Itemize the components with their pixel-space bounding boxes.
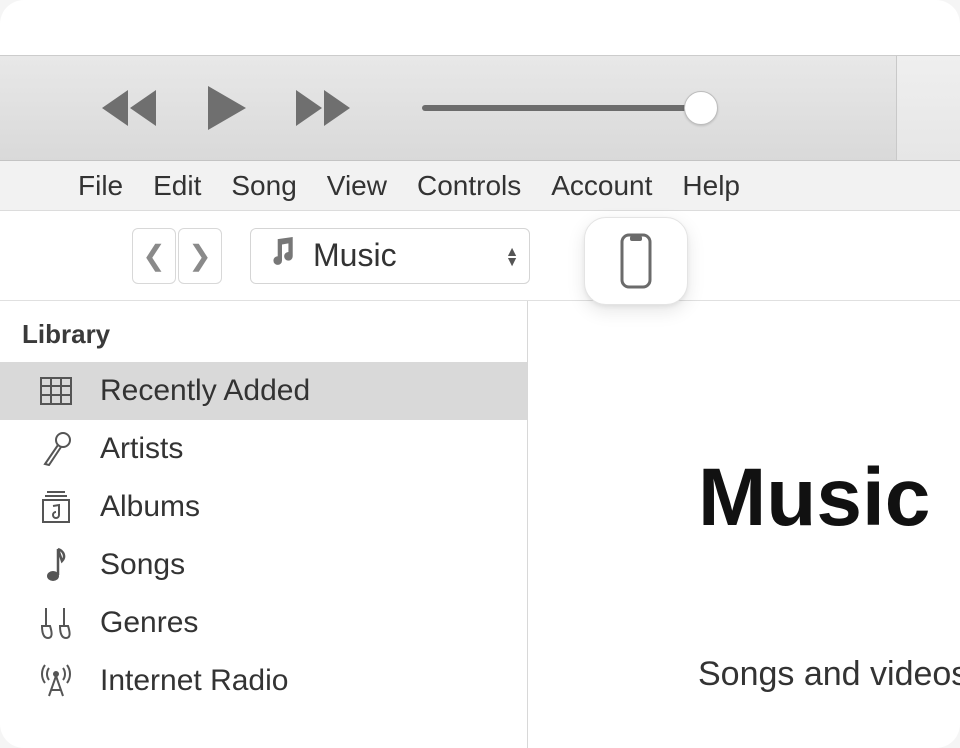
rewind-button[interactable] [100, 90, 158, 126]
toolbar: ❮ ❯ Music ▲▼ [0, 211, 960, 301]
fast-forward-icon [294, 90, 352, 126]
note-icon [36, 547, 76, 583]
guitars-icon [36, 606, 76, 640]
volume-track [422, 105, 712, 111]
volume-slider[interactable] [422, 105, 712, 111]
app-window: File Edit Song View Controls Account Hel… [0, 0, 960, 748]
sidebar-item-label: Internet Radio [100, 664, 288, 698]
rewind-icon [100, 90, 158, 126]
sidebar-item-genres[interactable]: Genres [0, 594, 527, 652]
radio-tower-icon [36, 664, 76, 698]
sidebar-item-albums[interactable]: Albums [0, 478, 527, 536]
player-bar [0, 55, 960, 161]
sidebar-item-label: Genres [100, 606, 198, 640]
chevron-left-icon: ❮ [142, 239, 165, 272]
sidebar-item-label: Songs [100, 548, 185, 582]
grid-icon [36, 377, 76, 405]
sidebar-item-songs[interactable]: Songs [0, 536, 527, 594]
source-label: Music [313, 237, 397, 274]
sidebar-item-artists[interactable]: Artists [0, 420, 527, 478]
main-subtitle: Songs and videos you add to iTunes appea… [698, 655, 960, 694]
source-dropdown[interactable]: Music ▲▼ [250, 228, 530, 284]
play-button[interactable] [202, 84, 250, 132]
menu-edit[interactable]: Edit [153, 170, 201, 202]
menu-help[interactable]: Help [682, 170, 740, 202]
main-panel: Music Songs and videos you add to iTunes… [528, 301, 960, 748]
sidebar-item-label: Artists [100, 432, 183, 466]
menu-view[interactable]: View [327, 170, 387, 202]
sidebar-item-label: Recently Added [100, 374, 310, 408]
content-area: Library Recently Added [0, 301, 960, 748]
menu-account[interactable]: Account [551, 170, 652, 202]
fast-forward-button[interactable] [294, 90, 352, 126]
menu-controls[interactable]: Controls [417, 170, 521, 202]
player-bar-divider [896, 56, 960, 160]
sidebar-item-label: Albums [100, 490, 200, 524]
sidebar-item-internet-radio[interactable]: Internet Radio [0, 652, 527, 710]
sidebar-item-recently-added[interactable]: Recently Added [0, 362, 527, 420]
sidebar-header: Library [0, 313, 527, 362]
dropdown-stepper-icon: ▲▼ [505, 246, 519, 266]
menu-song[interactable]: Song [231, 170, 296, 202]
volume-thumb[interactable] [684, 91, 718, 125]
main-title: Music [698, 451, 960, 545]
microphone-icon [36, 432, 76, 466]
play-icon [202, 84, 250, 132]
album-icon [36, 490, 76, 524]
nav-forward-button[interactable]: ❯ [178, 228, 222, 284]
menu-bar: File Edit Song View Controls Account Hel… [0, 161, 960, 211]
phone-icon [618, 233, 654, 289]
nav-back-button[interactable]: ❮ [132, 228, 176, 284]
chevron-right-icon: ❯ [188, 239, 211, 272]
sidebar: Library Recently Added [0, 301, 528, 748]
device-button[interactable] [584, 217, 688, 305]
menu-file[interactable]: File [78, 170, 123, 202]
music-note-icon [269, 237, 295, 275]
